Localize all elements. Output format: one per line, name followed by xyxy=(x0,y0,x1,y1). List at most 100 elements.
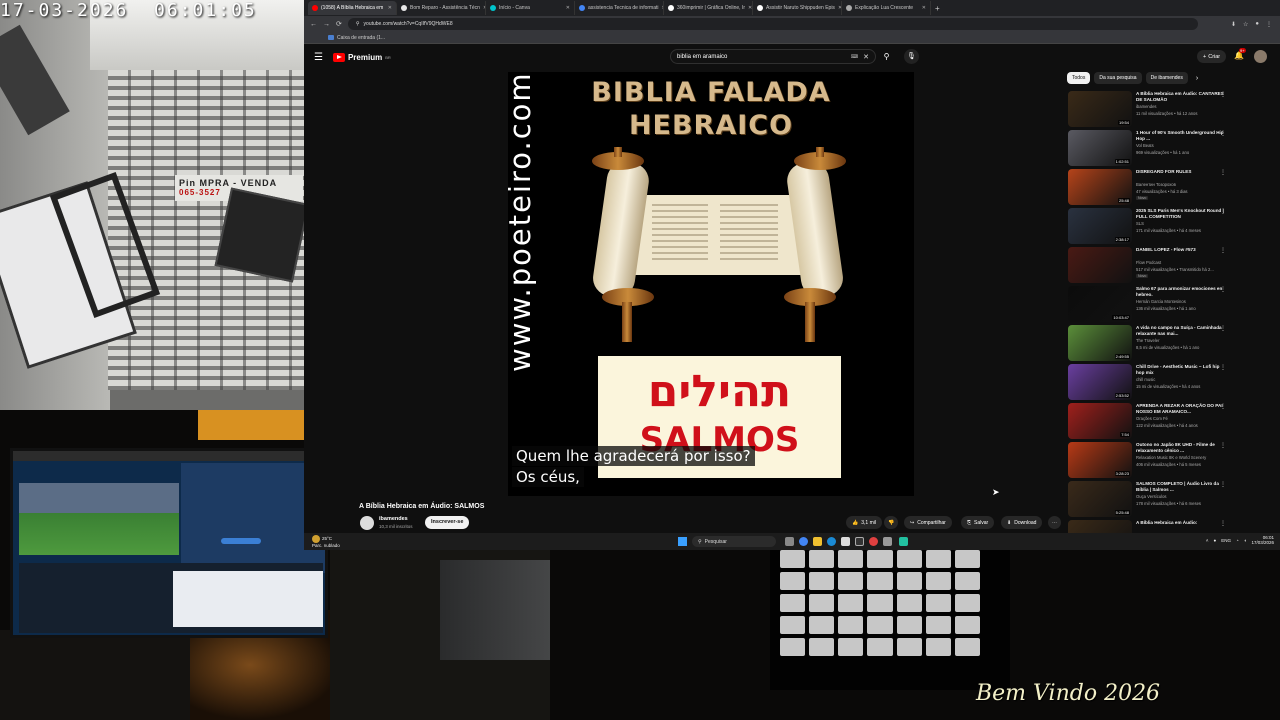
recommended-channel[interactable]: Orações Com Fé xyxy=(1136,416,1224,421)
recommended-title[interactable]: APRENDA A REZAR A ORAÇÃO DO PAI NOSSO EM… xyxy=(1136,403,1224,415)
more-icon[interactable]: ⋮ xyxy=(1220,91,1226,98)
more-icon[interactable]: ⋮ xyxy=(1220,442,1226,449)
recommended-channel[interactable]: Валентин Тозорохов xyxy=(1136,182,1224,187)
more-icon[interactable]: ⋮ xyxy=(1220,130,1226,137)
filter-chip[interactable]: Da sua pesquisa xyxy=(1094,72,1142,84)
more-icon[interactable]: ⋮ xyxy=(1220,208,1226,215)
reload-icon[interactable]: ⟳ xyxy=(336,20,342,28)
video-thumbnail[interactable]: 10:03:47 xyxy=(1068,286,1132,322)
recommended-video[interactable]: 10:03:47 Salmo 67 para armonizar emocione… xyxy=(1068,285,1228,324)
recommended-video[interactable]: 7:54 APRENDA A REZAR A ORAÇÃO DO PAI NOSS… xyxy=(1068,402,1228,441)
profile-icon[interactable]: ● xyxy=(1255,21,1259,28)
more-icon[interactable]: ⋮ xyxy=(1220,169,1226,176)
recommended-video[interactable]: 2:38:17 2025 SLS Paris Men's Knockout Rou… xyxy=(1068,207,1228,246)
download-button[interactable]: ⬇ Download xyxy=(1001,516,1043,529)
recommended-title[interactable]: A Bíblia Hebraica em Áudio: CANTARES DE … xyxy=(1136,91,1224,103)
recommended-channel[interactable]: Flow Podcast xyxy=(1136,260,1224,265)
video-thumbnail[interactable]: 2:49:55 xyxy=(1068,325,1132,361)
bell-icon[interactable]: 🔔 9+ xyxy=(1234,48,1246,60)
more-actions-button[interactable]: ⋯ xyxy=(1048,516,1061,529)
video-thumbnail[interactable]: 7:54 xyxy=(1068,403,1132,439)
edge-icon[interactable] xyxy=(827,537,836,546)
task-view-icon[interactable] xyxy=(785,537,794,546)
recommended-title[interactable]: A vida no campo na Suíça - Caminhada rel… xyxy=(1136,325,1224,337)
menu-icon[interactable]: ⋮ xyxy=(1266,21,1272,28)
filter-chip[interactable]: De ibamendes xyxy=(1145,72,1188,84)
recommended-video[interactable]: 19:54 A Bíblia Hebraica em Áudio: CANTARE… xyxy=(1068,90,1228,129)
browser-tab[interactable]: 360imprimir | Gráfica Online, Ir ✕ xyxy=(664,1,753,15)
more-icon[interactable]: ⋮ xyxy=(1220,364,1226,371)
windows-start-icon[interactable] xyxy=(678,537,687,546)
close-tab-icon[interactable]: ✕ xyxy=(566,5,570,11)
recommended-video[interactable]: 2:53:52 Chill Drive - Aesthetic Music ~ L… xyxy=(1068,363,1228,402)
recommended-title[interactable]: DANIEL LOPEZ - Flow #573 xyxy=(1136,247,1224,253)
more-icon[interactable]: ⋮ xyxy=(1220,520,1226,527)
recommended-channel[interactable]: SLS xyxy=(1136,221,1224,226)
youtube-logo[interactable]: Premium BR xyxy=(332,52,391,62)
video-thumbnail[interactable] xyxy=(1068,247,1132,283)
recommended-title[interactable]: DISREGARD FOR RULES xyxy=(1136,169,1224,175)
more-icon[interactable]: ⋮ xyxy=(1220,481,1226,488)
app-icon-teal[interactable] xyxy=(899,537,908,546)
recommended-video[interactable]: DANIEL LOPEZ - Flow #573 Flow Podcast 517 … xyxy=(1068,246,1228,285)
video-thumbnail[interactable] xyxy=(1068,520,1132,533)
taskbar-search[interactable]: ⚲ Pesquisar xyxy=(692,536,776,547)
lang-indicator[interactable]: ENG xyxy=(1221,538,1231,543)
weather-widget[interactable]: 25°C Parc. nublado xyxy=(312,535,340,548)
video-player[interactable]: BIBLIA FALADA HEBRAICO www.poeteiro.com xyxy=(508,72,914,496)
recommended-video[interactable]: A Bíblia Hebraica em Áudio: ⋮ xyxy=(1068,519,1228,533)
chrome-icon[interactable] xyxy=(799,537,808,546)
more-icon[interactable]: ⋮ xyxy=(1220,247,1226,254)
browser-tab[interactable]: Explicação Lua Crescente ✕ xyxy=(842,1,931,15)
video-thumbnail[interactable]: 3:28:23 xyxy=(1068,442,1132,478)
like-button[interactable]: 👍 3,1 mil xyxy=(846,516,882,529)
recommended-channel[interactable]: chill music xyxy=(1136,377,1224,382)
subscribe-button[interactable]: Inscrever-se xyxy=(425,516,470,529)
address-bar[interactable]: ⚲ youtube.com/watch?v=CqIIfV9QHdWE8 xyxy=(347,18,1198,30)
more-icon[interactable]: ⋮ xyxy=(1220,286,1226,293)
recommended-channel[interactable]: ibamendes xyxy=(1136,104,1224,109)
recommended-title[interactable]: Outono no Japão 8K UHD - Filme de relaxa… xyxy=(1136,442,1224,454)
recommended-channel[interactable]: The Traveler xyxy=(1136,338,1224,343)
recommended-channel[interactable]: Vol Beats xyxy=(1136,143,1224,148)
browser-tab[interactable]: Bom Reparo - Assistência Técn✕ xyxy=(397,1,486,15)
dislike-button[interactable]: 👎 xyxy=(884,516,899,529)
channel-name[interactable]: ibamendes xyxy=(379,516,408,522)
clear-search-icon[interactable]: ✕ xyxy=(863,53,869,61)
close-tab-icon[interactable]: ✕ xyxy=(748,5,752,11)
forward-icon[interactable]: → xyxy=(323,21,330,28)
keyboard-icon[interactable]: ⌨ xyxy=(851,54,858,60)
recommended-video[interactable]: 5:25:48 SALMOS COMPLETO | Áudio Livro da … xyxy=(1068,480,1228,519)
back-icon[interactable]: ← xyxy=(310,21,317,28)
store-icon[interactable] xyxy=(841,537,850,546)
tray-chevron-icon[interactable]: ˄ xyxy=(1206,538,1209,543)
more-icon[interactable]: ⋮ xyxy=(1220,325,1226,332)
install-icon[interactable]: ⬇ xyxy=(1231,21,1236,28)
clock[interactable]: 06:01 17/03/2026 xyxy=(1251,535,1274,545)
close-tab-icon[interactable]: ✕ xyxy=(922,5,926,11)
browser-tab[interactable]: Assistir Naruto Shippuden Epis ✕ xyxy=(753,1,842,15)
account-avatar[interactable] xyxy=(1254,50,1267,63)
filter-chip[interactable]: Todos xyxy=(1067,72,1091,84)
recommended-title[interactable]: Chill Drive - Aesthetic Music ~ Lofi hip… xyxy=(1136,364,1224,376)
tray-app-icon[interactable]: ● xyxy=(1214,538,1217,543)
volume-icon[interactable]: ◖ xyxy=(1244,538,1247,543)
browser-tab[interactable]: Início - Canva ✕ xyxy=(486,1,575,15)
bookmark-inbox[interactable]: Caixa de entrada (1... xyxy=(337,35,385,41)
star-icon[interactable]: ☆ xyxy=(1243,21,1248,28)
search-icon[interactable]: ⚲ xyxy=(879,49,894,64)
search-input[interactable]: biblia em aramaico ⌨ ✕ xyxy=(670,49,876,64)
app-icon[interactable] xyxy=(855,537,864,546)
recommended-channel[interactable]: Ouça Versículos xyxy=(1136,494,1224,499)
create-button[interactable]: + Criar xyxy=(1197,50,1227,63)
file-explorer-icon[interactable] xyxy=(813,537,822,546)
recommended-title[interactable]: SALMOS COMPLETO | Áudio Livro da Bíblia … xyxy=(1136,481,1224,493)
browser-tab[interactable]: (1058) A Bíblia Hebraica em ✕ xyxy=(308,1,397,15)
app-icon-grey[interactable] xyxy=(883,537,892,546)
recommended-title[interactable]: 2025 SLS Paris Men's Knockout Round | FU… xyxy=(1136,208,1224,220)
hamburger-icon[interactable]: ☰ xyxy=(314,52,323,63)
recommended-channel[interactable]: Hernán Garcia Montesinos xyxy=(1136,299,1224,304)
share-button[interactable]: ↪ Compartilhar xyxy=(904,516,952,529)
chevron-right-icon[interactable]: › xyxy=(1196,75,1198,82)
new-tab-button[interactable]: + xyxy=(931,4,944,13)
